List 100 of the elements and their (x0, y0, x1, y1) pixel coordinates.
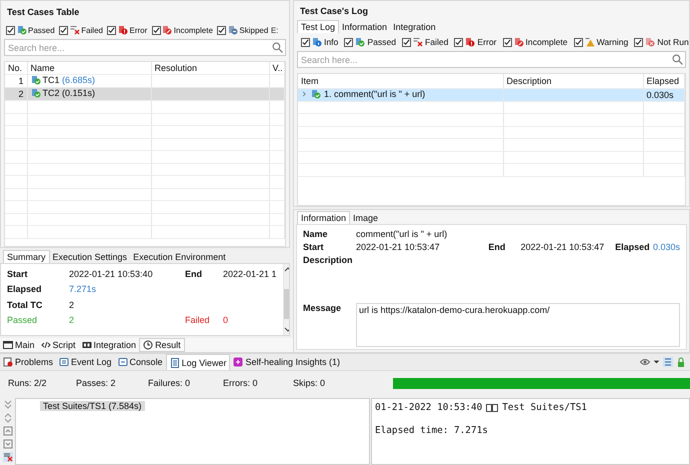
clear-icon[interactable] (2, 452, 12, 462)
field-value: 2 (69, 300, 76, 310)
filter-checkbox[interactable] (574, 38, 583, 46)
log-icon (59, 357, 70, 367)
passed-icon (30, 75, 40, 85)
field-label: Description (303, 254, 353, 264)
stat-label: Errors: 0 (223, 378, 259, 388)
skipped-icon (228, 25, 238, 35)
column-header[interactable]: Name (27, 62, 151, 74)
layout-icon[interactable] (663, 357, 673, 367)
field-value: 0 (223, 315, 230, 326)
console-icon (118, 357, 128, 367)
log-text: Elapsed time: 7.271s (375, 425, 488, 437)
column-header[interactable]: V.. (269, 62, 284, 74)
row-number: 2 (5, 88, 27, 100)
column-header[interactable]: Resolution (151, 62, 269, 74)
field-label: Passed (7, 315, 38, 326)
filter-label: Error (129, 26, 148, 34)
field-value: 2022-01-21 10:53:47 (520, 242, 606, 252)
filter-checkbox[interactable] (152, 26, 161, 34)
lock-icon[interactable] (676, 357, 686, 367)
incomplete-icon (162, 25, 172, 35)
field-label: End (185, 268, 203, 279)
tab[interactable]: Integration (390, 21, 439, 33)
stat-label: Passes: 2 (76, 378, 117, 388)
search-icon (272, 42, 283, 53)
column-header[interactable]: No. (5, 62, 27, 74)
document-icon (170, 358, 180, 368)
tab[interactable]: Result (139, 338, 185, 352)
tab[interactable]: Integration (78, 338, 140, 352)
passed-icon (16, 25, 26, 35)
search-field[interactable]: Search here... (297, 51, 686, 68)
self-healing-icon (233, 357, 244, 367)
clock-icon (143, 340, 154, 350)
filter-checkbox[interactable] (107, 26, 116, 34)
filter-label: Passed (28, 26, 55, 34)
failed-icon (413, 37, 424, 47)
filter-checkbox[interactable] (59, 26, 68, 34)
error-icon (118, 25, 128, 35)
filter-checkbox[interactable] (634, 38, 644, 46)
tab[interactable]: Information (339, 21, 390, 33)
tab[interactable]: Execution Environment (130, 251, 229, 263)
box-glyphs-icon (486, 403, 498, 413)
filter-label: Skipped (239, 26, 268, 34)
tab[interactable]: Log Viewer (166, 354, 230, 370)
log-time: 01-21-2022 10:53:40 (375, 402, 482, 414)
tab[interactable]: Test Log (297, 20, 340, 33)
tab[interactable]: Information (297, 211, 350, 224)
chevron-right-icon[interactable] (301, 88, 308, 98)
tab[interactable]: Self-healing Insights (1) (230, 354, 344, 370)
error-icon (465, 37, 476, 47)
filter-label: Failed (81, 26, 103, 34)
field-label: Failed (185, 315, 211, 326)
message-field[interactable]: url is https://katalon-demo-cura.herokuapp.com/ (356, 303, 680, 347)
search-field[interactable]: Search here... (4, 39, 286, 56)
tab[interactable]: Console (114, 354, 166, 370)
tab[interactable]: Main (0, 338, 38, 352)
eye-icon[interactable] (640, 357, 650, 367)
column-header[interactable]: Item (298, 74, 503, 88)
tab[interactable]: Problems (0, 354, 56, 370)
filter-checkbox[interactable] (301, 38, 310, 46)
field-label: Elapsed (615, 242, 651, 252)
field-label: End (488, 242, 506, 252)
filter-label: Passed (367, 37, 396, 47)
tab[interactable]: Script (38, 338, 79, 352)
passed-icon (355, 37, 366, 47)
tab[interactable]: Image (350, 212, 382, 224)
column-header[interactable]: Elapsed (643, 74, 684, 88)
panel-title: Test Case's Log (299, 5, 369, 18)
column-header[interactable]: Description (503, 74, 643, 88)
field-value: 7.271s (69, 284, 98, 294)
not-run-icon (645, 37, 656, 47)
filter-checkbox[interactable] (217, 26, 226, 34)
tree-item[interactable]: Test Suites/TS1 (7.584s) (40, 401, 145, 411)
filter-label: Incomplete (526, 37, 568, 47)
filter-checkbox[interactable] (6, 26, 15, 34)
test-case-name: TC1 (6.685s) (42, 75, 96, 85)
filter-checkbox[interactable] (402, 38, 412, 46)
table-row[interactable]: 2 TC2 (0.151s) (5, 88, 284, 100)
tab[interactable]: Event Log (56, 354, 115, 370)
tab[interactable]: Execution Settings (50, 251, 130, 263)
field-label: Message (303, 303, 342, 315)
filter-label: Incomplete (174, 26, 213, 34)
filter-label: Error (477, 37, 497, 47)
field-value: comment("url is " + url) (356, 228, 448, 238)
filter-label: Info (324, 37, 338, 47)
field-label: Elapsed (7, 284, 43, 294)
warning-icon (584, 37, 595, 47)
filter-checkbox[interactable] (454, 38, 464, 46)
passed-icon (311, 88, 321, 98)
code-icon (40, 340, 51, 350)
field-value: 2022-01-21 10:53:40 (69, 268, 154, 279)
filter-checkbox[interactable] (344, 38, 354, 46)
up-icon[interactable] (2, 426, 12, 436)
tab[interactable]: Summary (3, 250, 50, 263)
down-icon[interactable] (2, 439, 12, 449)
filter-checkbox[interactable] (502, 38, 512, 46)
panel-title: Test Cases Table (6, 6, 80, 19)
window-icon (3, 340, 13, 350)
stat-label: Runs: 2/2 (8, 378, 48, 388)
